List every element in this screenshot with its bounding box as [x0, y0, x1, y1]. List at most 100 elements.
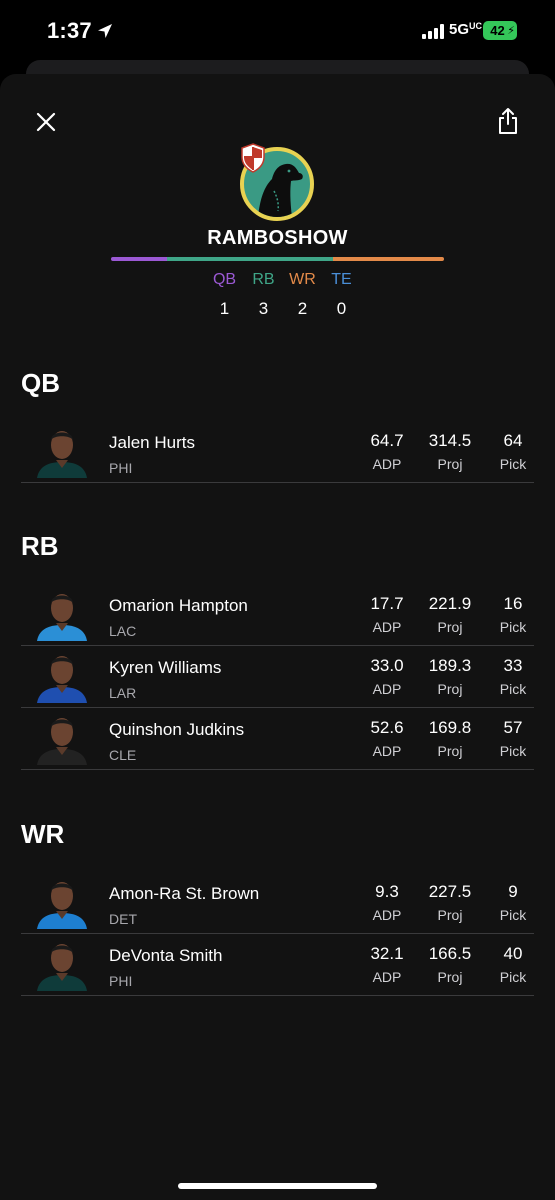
adp-value: 17.7 — [370, 594, 404, 613]
player-photo — [37, 594, 87, 641]
pick-label: Pick — [499, 681, 527, 697]
adp-stat: 32.1 ADP — [357, 944, 417, 987]
adp-stat: 64.7 ADP — [357, 431, 417, 474]
adp-value: 64.7 — [370, 431, 404, 450]
player-photo — [37, 944, 87, 991]
status-bar: 1:37 5GUC 42 ⚡ — [0, 0, 555, 62]
section-title-rb: RB — [21, 531, 59, 561]
proj-label: Proj — [437, 969, 463, 985]
status-time: 1:37 — [47, 18, 92, 43]
adp-label: ADP — [372, 456, 402, 472]
position-count: 3 — [258, 299, 269, 318]
pick-value: 40 — [503, 944, 523, 963]
pick-label: Pick — [499, 907, 527, 923]
proj-value: 221.9 — [428, 594, 472, 613]
position-label: WR — [289, 271, 316, 288]
section-title-qb: QB — [21, 368, 60, 398]
pick-value: 9 — [508, 882, 518, 901]
proj-value: 189.3 — [428, 656, 472, 675]
player-team: LAR — [109, 685, 137, 701]
player-name: Omarion Hampton — [109, 596, 248, 615]
player-row[interactable]: Omarion Hampton LAC 17.7 ADP 221.9 Proj … — [21, 584, 534, 646]
home-indicator[interactable] — [178, 1183, 377, 1189]
player-name: Jalen Hurts — [109, 433, 195, 452]
pick-value: 64 — [503, 431, 523, 450]
player-row[interactable]: Kyren Williams LAR 33.0 ADP 189.3 Proj 3… — [21, 646, 534, 708]
cellular-signal-icon — [422, 24, 446, 39]
pick-label: Pick — [499, 969, 527, 985]
adp-stat: 17.7 ADP — [357, 594, 417, 637]
adp-label: ADP — [372, 743, 402, 759]
proj-stat: 314.5 Proj — [420, 431, 480, 474]
pick-label: Pick — [499, 743, 527, 759]
position-label: RB — [252, 271, 275, 288]
pick-stat: 64 Pick — [483, 431, 543, 474]
team-avatar — [240, 143, 314, 221]
proj-stat: 227.5 Proj — [420, 882, 480, 925]
adp-label: ADP — [372, 681, 402, 697]
pick-label: Pick — [499, 456, 527, 472]
adp-value: 33.0 — [370, 656, 404, 675]
proj-label: Proj — [437, 619, 463, 635]
position-label: QB — [212, 271, 237, 288]
player-row[interactable]: Jalen Hurts PHI 64.7 ADP 314.5 Proj 64 P… — [21, 421, 534, 483]
network-label: 5GUC — [449, 21, 483, 38]
proj-stat: 221.9 Proj — [420, 594, 480, 637]
player-name: Quinshon Judkins — [109, 720, 245, 739]
player-team: PHI — [109, 973, 133, 989]
adp-stat: 52.6 ADP — [357, 718, 417, 761]
draft-team-screen: 1:37 5GUC 42 ⚡ RAMBOSHOW QB 1 RB 3 WR 2 … — [0, 0, 555, 1200]
charging-bolt-icon: ⚡ — [507, 25, 515, 37]
section-title-wr: WR — [21, 819, 65, 849]
player-photo — [37, 718, 87, 765]
position-count-wr: WR 2 — [283, 270, 322, 319]
player-name: Amon-Ra St. Brown — [109, 884, 260, 903]
pick-stat: 16 Pick — [483, 594, 543, 637]
pick-stat: 57 Pick — [483, 718, 543, 761]
player-row[interactable]: Amon-Ra St. Brown DET 9.3 ADP 227.5 Proj… — [21, 872, 534, 934]
player-name: Kyren Williams — [109, 658, 222, 677]
rb-bar-segment — [166, 257, 333, 261]
player-team: LAC — [109, 623, 137, 639]
pick-stat: 40 Pick — [483, 944, 543, 987]
pick-value: 57 — [503, 718, 523, 737]
proj-label: Proj — [437, 456, 463, 472]
team-name: RAMBOSHOW — [207, 227, 348, 249]
position-count: 0 — [336, 299, 347, 318]
adp-label: ADP — [372, 907, 402, 923]
position-count-rb: RB 3 — [244, 270, 283, 319]
player-photo — [37, 431, 87, 478]
share-icon[interactable] — [496, 107, 520, 135]
pick-label: Pick — [499, 619, 527, 635]
adp-value: 9.3 — [375, 882, 399, 901]
team-sheet: RAMBOSHOW QB 1 RB 3 WR 2 TE 0 QB Jalen H… — [0, 74, 555, 1200]
pick-value: 16 — [503, 594, 523, 613]
proj-value: 314.5 — [428, 431, 472, 450]
battery-indicator: 42 ⚡ — [483, 21, 517, 40]
position-count-te: TE 0 — [322, 270, 361, 319]
location-arrow-icon — [98, 24, 112, 38]
wr-bar-segment — [333, 257, 444, 261]
pick-stat: 9 Pick — [483, 882, 543, 925]
proj-stat: 166.5 Proj — [420, 944, 480, 987]
proj-label: Proj — [437, 681, 463, 697]
proj-stat: 169.8 Proj — [420, 718, 480, 761]
player-photo — [37, 656, 87, 703]
player-photo — [37, 882, 87, 929]
proj-label: Proj — [437, 907, 463, 923]
player-team: CLE — [109, 747, 137, 763]
adp-label: ADP — [372, 619, 402, 635]
adp-stat: 33.0 ADP — [357, 656, 417, 699]
qb-bar-segment — [111, 257, 167, 261]
close-icon[interactable] — [34, 110, 58, 134]
position-count-qb: QB 1 — [205, 270, 244, 319]
player-row[interactable]: DeVonta Smith PHI 32.1 ADP 166.5 Proj 40… — [21, 934, 534, 996]
pick-value: 33 — [503, 656, 523, 675]
player-row[interactable]: Quinshon Judkins CLE 52.6 ADP 169.8 Proj… — [21, 708, 534, 770]
adp-value: 32.1 — [370, 944, 404, 963]
player-team: DET — [109, 911, 137, 927]
player-name: DeVonta Smith — [109, 946, 223, 965]
adp-label: ADP — [372, 969, 402, 985]
player-team: PHI — [109, 460, 133, 476]
proj-value: 169.8 — [428, 718, 472, 737]
